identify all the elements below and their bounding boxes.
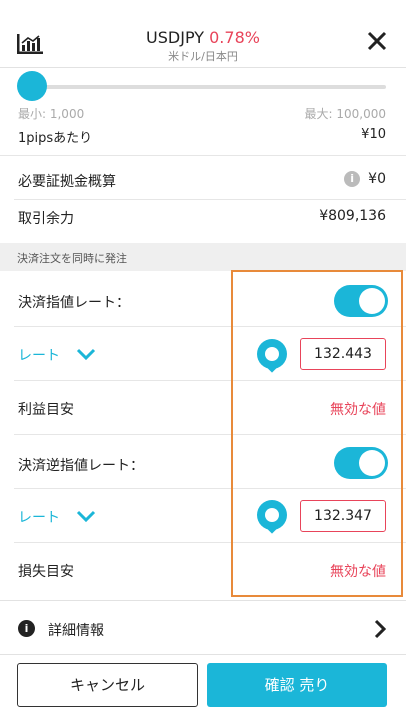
margin-value: ¥0 [368, 171, 386, 187]
margin-value-wrap: i ¥0 [344, 171, 386, 187]
divider [0, 155, 406, 156]
quantity-slider-thumb[interactable] [17, 71, 47, 101]
divider [14, 199, 406, 200]
quantity-slider-track[interactable] [18, 85, 386, 89]
chevron-down-icon[interactable] [76, 348, 96, 360]
info-icon: i [18, 620, 35, 637]
instrument-title: USDJPY 0.78% [0, 28, 406, 47]
section-header: 決済注文を同時に発注 [0, 243, 406, 271]
highlight-box [231, 270, 403, 597]
chevron-right-icon [374, 619, 386, 639]
margin-label: 必要証拠金概算 [18, 174, 116, 190]
loss-label: 損失目安 [18, 564, 74, 580]
stop-order-label: 決済逆指値レート： [18, 458, 144, 474]
available-label: 取引余力 [18, 211, 74, 227]
instrument-subtitle: 米ドル/日本円 [168, 50, 238, 63]
stop-rate-select[interactable]: レート [18, 507, 60, 527]
profit-label: 利益目安 [18, 402, 74, 418]
limit-order-label: 決済指値レート： [18, 295, 130, 311]
per-pip-value: ¥10 [361, 127, 386, 142]
close-icon[interactable] [366, 30, 388, 52]
header: USDJPY 0.78% 米ドル/日本円 [0, 0, 406, 68]
change-percent: 0.78% [209, 28, 260, 47]
details-label: 詳細情報 [48, 623, 104, 639]
per-pip-label: 1pipsあたり [18, 131, 93, 146]
limit-rate-select[interactable]: レート [18, 345, 60, 365]
slider-max-label: 最大: 100,000 [304, 107, 386, 121]
instrument-pair: USDJPY [146, 28, 205, 47]
details-row[interactable]: i 詳細情報 [0, 600, 406, 655]
chevron-down-icon[interactable] [76, 510, 96, 522]
slider-min-label: 最小: 1,000 [18, 107, 85, 121]
cancel-button[interactable]: キャンセル [17, 663, 198, 707]
available-value: ¥809,136 [319, 208, 386, 224]
confirm-sell-button[interactable]: 確認 売り [207, 663, 387, 707]
info-icon[interactable]: i [344, 171, 361, 187]
